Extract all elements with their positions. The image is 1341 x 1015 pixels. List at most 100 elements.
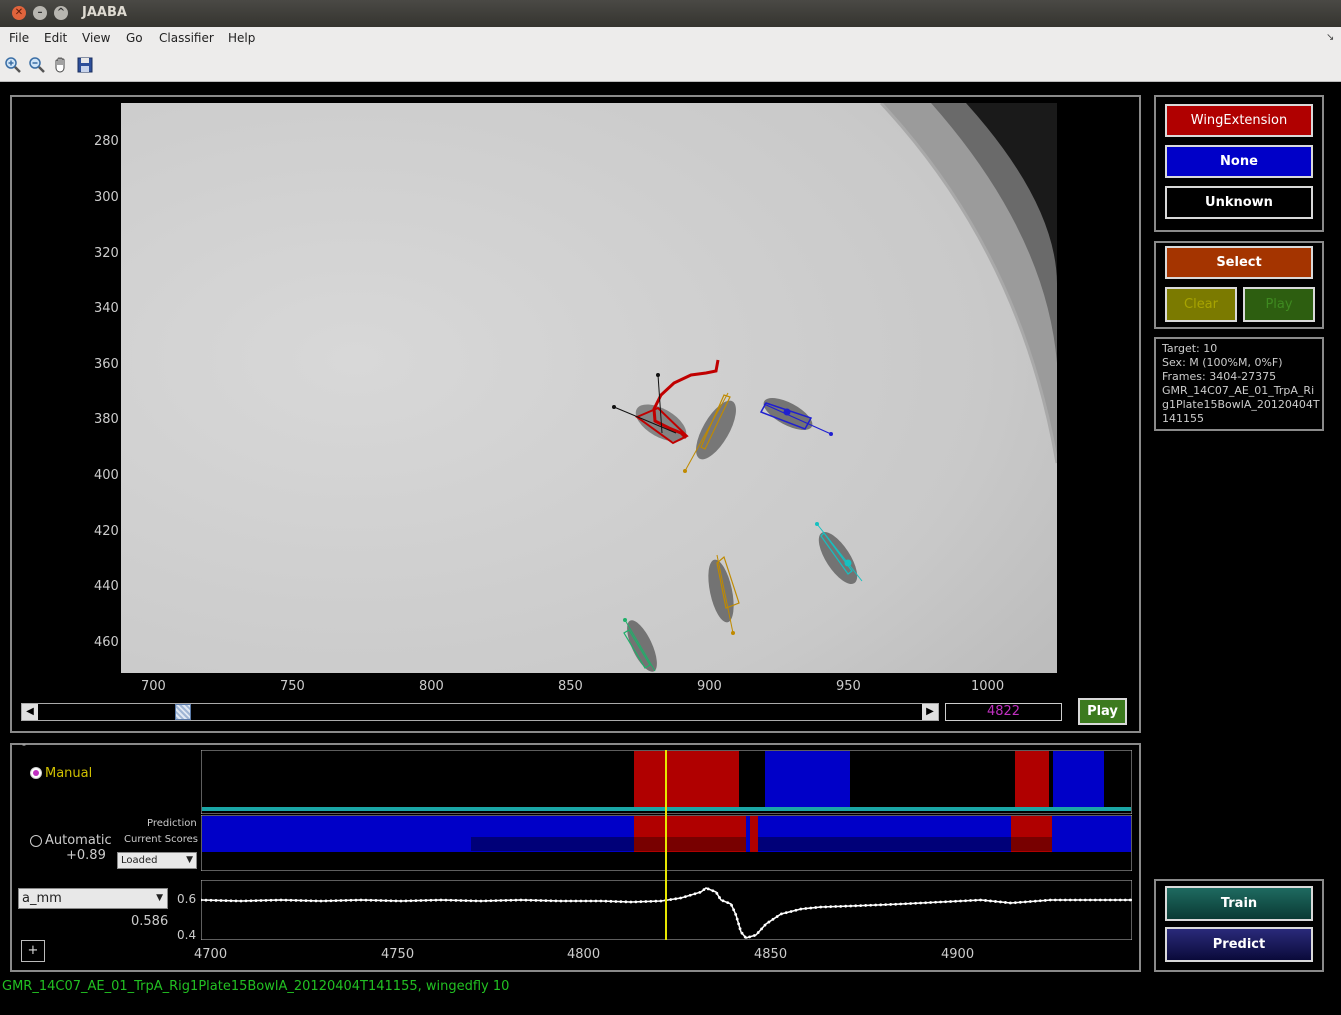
feature-trace-point	[1128, 898, 1132, 902]
feature-trace-point	[914, 901, 918, 905]
menu-classifier[interactable]: Classifier	[159, 31, 214, 45]
feature-trace-point	[979, 898, 982, 902]
feature-trace-point	[359, 898, 363, 902]
feature-trace-point	[721, 899, 725, 903]
sex-info: Sex: M (100%M, 0%F)	[1162, 356, 1283, 369]
frame-slider[interactable]: ◀ ▶	[21, 703, 939, 721]
feature-trace-point	[1063, 898, 1067, 902]
feature-trace-point	[279, 898, 283, 902]
unknown-label-button[interactable]: Unknown	[1165, 186, 1313, 219]
collapse-toggle[interactable]: -	[22, 738, 26, 751]
menu-view[interactable]: View	[82, 31, 110, 45]
feature-trace-point	[799, 907, 803, 911]
slider-thumb[interactable]	[175, 704, 191, 720]
feature-trace-point	[934, 900, 938, 904]
feature-trace-point	[1123, 898, 1127, 902]
feature-trace-point	[1043, 899, 1047, 902]
feature-trace-point	[1118, 898, 1122, 902]
menu-dock-arrow-icon[interactable]: ↘	[1326, 32, 1334, 43]
feature-trace-point	[738, 927, 742, 931]
menu-file[interactable]: File	[9, 31, 29, 45]
feature-trace-point	[814, 906, 818, 909]
feature-trace-point	[884, 903, 888, 907]
feature-trace-point	[1058, 898, 1062, 902]
feature-trace-point	[289, 898, 293, 902]
feature-trace-point	[1068, 898, 1072, 902]
slider-right-arrow-icon[interactable]: ▶	[922, 704, 938, 720]
feature-trace-point	[1004, 901, 1007, 904]
scores-dropdown[interactable]: Loaded ▼	[117, 852, 197, 869]
feature-trace-point	[1013, 901, 1017, 905]
feature-trace-point	[524, 898, 528, 902]
none-label-button[interactable]: None	[1165, 145, 1313, 178]
slider-left-arrow-icon[interactable]: ◀	[22, 704, 38, 720]
feature-trace-point	[369, 898, 373, 902]
train-button[interactable]: Train	[1165, 886, 1313, 921]
feature-trace-point	[499, 899, 503, 902]
feature-trace-point	[384, 899, 388, 903]
feature-trace-point	[554, 899, 558, 903]
feature-trace-point	[1103, 898, 1107, 902]
feature-trace-point	[849, 904, 853, 908]
save-icon[interactable]	[76, 56, 94, 74]
y-tick-label: 340	[94, 301, 119, 316]
video-frame[interactable]	[121, 103, 1057, 673]
feature-trace-point	[629, 900, 633, 904]
feature-trace-point	[1113, 898, 1117, 902]
feature-trace-point	[569, 899, 573, 903]
feature-trace-point	[959, 899, 962, 903]
feature-trace-point	[534, 898, 538, 902]
current-frame-marker[interactable]	[665, 750, 667, 940]
add-timeline-button[interactable]: +	[21, 940, 45, 962]
video-play-button[interactable]: Play	[1078, 698, 1127, 725]
select-button[interactable]: Select	[1165, 246, 1313, 279]
timeline-x-tick-label: 4750	[381, 947, 415, 962]
feature-trace-point	[688, 893, 692, 897]
feature-trace-point	[259, 899, 263, 902]
zoom-in-icon[interactable]	[4, 56, 22, 74]
feature-trace-point	[249, 899, 253, 903]
maximize-window-icon[interactable]: ^	[54, 6, 68, 20]
feature-trace-point	[784, 911, 788, 915]
y-tick-label: 380	[94, 412, 119, 427]
feature-trace-point	[1083, 898, 1087, 902]
predict-button[interactable]: Predict	[1165, 927, 1313, 962]
zoom-out-icon[interactable]	[28, 56, 46, 74]
manual-radio[interactable]	[30, 767, 42, 779]
menu-go[interactable]: Go	[126, 31, 143, 45]
feature-trace-point	[314, 899, 318, 903]
feature-trace-point	[924, 901, 928, 905]
feature-trace-point	[469, 899, 473, 903]
feature-trace-point	[771, 917, 775, 921]
feature-trace-point	[964, 899, 967, 903]
feature-trace-point	[989, 899, 992, 903]
feature-trace-point	[809, 906, 813, 910]
feature-trace-point	[389, 899, 393, 903]
feature-y-tick-label: 0.6	[177, 892, 197, 906]
menu-edit[interactable]: Edit	[44, 31, 67, 45]
y-tick-label: 460	[94, 635, 119, 650]
frame-number-field[interactable]: 4822	[945, 703, 1062, 721]
feature-trace-point	[706, 887, 710, 891]
close-window-icon[interactable]: ✕	[12, 6, 26, 20]
minimize-window-icon[interactable]: –	[33, 6, 47, 20]
feature-trace-point	[649, 899, 653, 903]
feature-trace-point	[1093, 898, 1097, 902]
x-tick-label: 700	[141, 679, 166, 694]
feature-trace-point	[909, 902, 913, 905]
menu-help[interactable]: Help	[228, 31, 255, 45]
pan-hand-icon[interactable]	[52, 56, 70, 74]
feature-dropdown[interactable]: a_mm ▼	[18, 888, 168, 909]
y-tick-label: 300	[94, 190, 119, 205]
feature-trace-point	[244, 899, 248, 903]
x-tick-label: 900	[697, 679, 722, 694]
clear-button: Clear	[1165, 287, 1237, 322]
feature-trace-point	[834, 905, 838, 908]
feature-trace-point	[737, 922, 741, 926]
timeline-x-tick-label: 4850	[754, 947, 788, 962]
feature-trace-point	[844, 904, 848, 908]
timeline-x-tick-label: 4900	[941, 947, 975, 962]
automatic-radio[interactable]	[30, 835, 42, 847]
wingextension-label-button[interactable]: WingExtension	[1165, 104, 1313, 137]
manual-label: Manual	[45, 766, 93, 781]
